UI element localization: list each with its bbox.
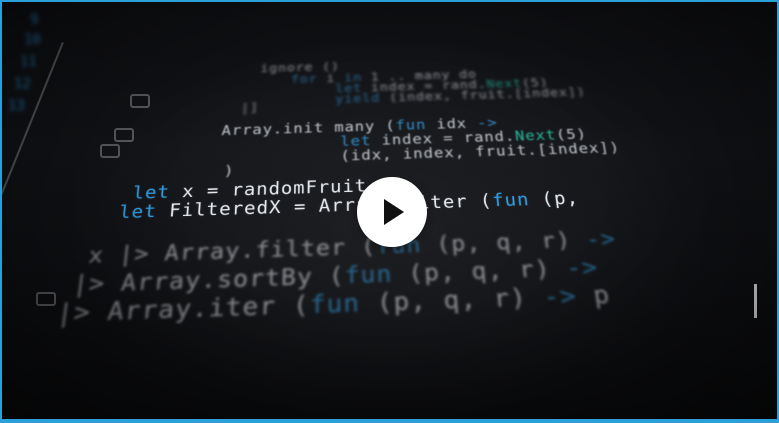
- code-token: fun: [491, 188, 543, 211]
- code-token: (p, q, r): [376, 283, 546, 318]
- play-icon: [384, 199, 404, 225]
- code-token: |]: [240, 100, 260, 116]
- code-line: ): [223, 163, 234, 180]
- play-button[interactable]: [357, 177, 427, 247]
- code-token: fun: [309, 288, 378, 320]
- line-number: 10: [24, 32, 41, 48]
- text-cursor: [754, 284, 757, 318]
- code-token: (p, q, r): [435, 226, 588, 257]
- code-token: let: [118, 200, 171, 223]
- code-token: (p,: [540, 187, 581, 210]
- code-token: ->: [584, 226, 618, 253]
- code-token: ): [223, 162, 235, 180]
- code-token: ->: [564, 253, 600, 282]
- code-token: fun: [344, 259, 409, 289]
- code-token: ->: [541, 282, 579, 312]
- code-token: yield: [335, 90, 390, 107]
- line-number: 9: [30, 12, 39, 28]
- video-player[interactable]: 9 10 11 12 13 ignore () for i in 1 .. ma…: [2, 2, 777, 419]
- line-number: 12: [14, 76, 31, 92]
- line-number: 11: [20, 54, 37, 70]
- line-number: 13: [8, 98, 25, 114]
- code-token: (p, q, r): [407, 254, 569, 287]
- code-token: for: [290, 71, 327, 87]
- code-token: p: [574, 281, 613, 311]
- code-line: |]: [241, 101, 260, 115]
